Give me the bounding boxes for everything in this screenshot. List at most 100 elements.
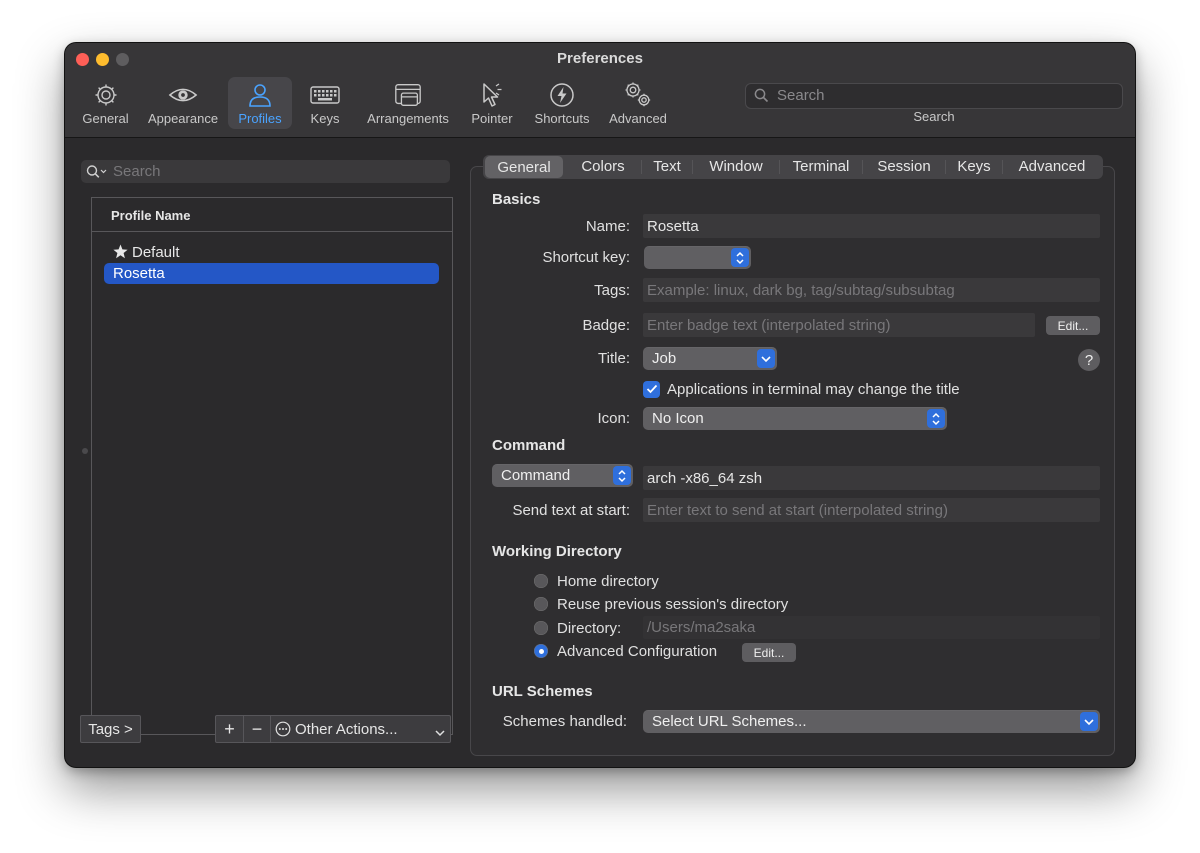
- profile-name: Default: [132, 244, 180, 261]
- title-label: Title:: [598, 350, 630, 367]
- tab-general[interactable]: General: [485, 156, 563, 178]
- pointer-icon: [477, 80, 507, 110]
- tab-session[interactable]: Session: [863, 155, 945, 178]
- tab-text[interactable]: Text: [642, 155, 692, 178]
- badge-edit-button[interactable]: Edit...: [1046, 316, 1100, 335]
- toolbar-profiles[interactable]: Profiles: [228, 77, 292, 129]
- search-icon: [754, 88, 769, 107]
- icon-label: Icon:: [597, 410, 630, 427]
- tab-label: Window: [709, 158, 763, 175]
- window-arrangement-icon: [393, 80, 423, 110]
- profile-name-field[interactable]: Rosetta: [643, 214, 1100, 238]
- directory-field[interactable]: /Users/ma2saka: [643, 616, 1100, 639]
- tab-label: Advanced: [1018, 158, 1086, 175]
- command-mode-select[interactable]: Command: [492, 464, 633, 487]
- name-label: Name:: [585, 218, 630, 235]
- tab-label: General: [497, 158, 551, 176]
- section-working-directory: Working Directory: [492, 543, 622, 560]
- list-item[interactable]: Default: [104, 242, 439, 262]
- section-command: Command: [492, 437, 566, 454]
- radio-home-directory[interactable]: [534, 574, 548, 588]
- profile-list-header[interactable]: Profile Name: [92, 198, 452, 232]
- send-text-field[interactable]: Enter text to send at start (interpolate…: [643, 498, 1100, 522]
- gears-icon: [623, 80, 653, 110]
- profile-search-input[interactable]: Search: [81, 160, 450, 183]
- advanced-configuration-edit-button[interactable]: Edit...: [742, 643, 796, 662]
- split-view-handle[interactable]: [82, 448, 88, 454]
- profile-name: Rosetta: [113, 265, 165, 282]
- search-label: Search: [913, 109, 955, 124]
- profile-tabs: General Colors Text Window Terminal Sess…: [483, 155, 1103, 179]
- command-field[interactable]: arch -x86_64 zsh: [643, 466, 1100, 490]
- tab-keys[interactable]: Keys: [946, 155, 1002, 178]
- toolbar-pointer[interactable]: Pointer: [466, 77, 518, 129]
- tab-label: Terminal: [792, 158, 850, 175]
- search-icon: [86, 164, 108, 184]
- tab-colors[interactable]: Colors: [565, 155, 641, 178]
- help-label: ?: [1084, 351, 1094, 369]
- badge-field[interactable]: Enter badge text (interpolated string): [643, 313, 1035, 337]
- edit-label: Edit...: [1057, 318, 1089, 333]
- tags-button[interactable]: Tags >: [80, 715, 141, 743]
- eye-icon: [168, 80, 198, 110]
- up-down-chevron-icon: [613, 466, 631, 485]
- up-down-chevron-icon: [731, 248, 749, 267]
- toolbar-label: Profiles: [238, 111, 282, 126]
- toolbar-label: Appearance: [147, 111, 219, 126]
- advanced-configuration-label: Advanced Configuration: [557, 643, 718, 660]
- toolbar-advanced[interactable]: Advanced: [606, 77, 670, 129]
- radio-advanced-configuration[interactable]: [534, 644, 548, 658]
- checkmark-icon: [646, 381, 658, 399]
- up-down-chevron-icon: [927, 409, 945, 428]
- remove-label: −: [251, 718, 263, 739]
- help-button[interactable]: ?: [1078, 349, 1100, 371]
- other-actions-menu[interactable]: Other Actions...: [271, 716, 450, 742]
- person-icon: [245, 80, 275, 110]
- toolbar-appearance[interactable]: Appearance: [144, 77, 222, 129]
- profile-actions-bar: + − Other Actions...: [215, 715, 451, 743]
- tab-label: Keys: [957, 158, 991, 175]
- tags-button-label: Tags >: [88, 720, 133, 738]
- url-schemes-value: Select URL Schemes...: [652, 713, 807, 730]
- chevron-down-icon: [757, 349, 775, 368]
- shortcut-key-label: Shortcut key:: [542, 249, 630, 266]
- radio-directory[interactable]: [534, 621, 548, 635]
- profile-list: Profile Name Default Rosetta: [91, 197, 453, 735]
- profile-name-value: Rosetta: [647, 217, 699, 235]
- apps-change-title-label: Applications in terminal may change the …: [667, 381, 960, 398]
- section-url-schemes: URL Schemes: [492, 683, 593, 700]
- directory-label: Directory:: [557, 620, 622, 637]
- add-profile-button[interactable]: +: [216, 716, 244, 742]
- apps-change-title-checkbox[interactable]: [643, 381, 660, 398]
- toolbar-label: Pointer: [471, 111, 513, 126]
- tab-window[interactable]: Window: [693, 155, 779, 178]
- command-value: arch -x86_64 zsh: [647, 469, 763, 487]
- lightning-icon: [547, 80, 577, 110]
- shortcut-key-select[interactable]: [644, 246, 751, 269]
- tab-terminal[interactable]: Terminal: [780, 155, 862, 178]
- toolbar-shortcuts[interactable]: Shortcuts: [530, 77, 594, 129]
- remove-profile-button[interactable]: −: [244, 716, 271, 742]
- badge-label: Badge:: [582, 317, 630, 334]
- url-schemes-select[interactable]: Select URL Schemes...: [643, 710, 1100, 733]
- send-text-placeholder: Enter text to send at start (interpolate…: [647, 501, 948, 519]
- tags-placeholder: Example: linux, dark bg, tag/subtag/subs…: [647, 281, 955, 299]
- toolbar-search-input[interactable]: Search: [745, 83, 1123, 109]
- toolbar-general[interactable]: General: [77, 77, 134, 129]
- icon-select[interactable]: No Icon: [643, 407, 947, 430]
- radio-reuse-directory[interactable]: [534, 597, 548, 611]
- title-select[interactable]: Job: [643, 347, 777, 370]
- command-mode-value: Command: [501, 467, 571, 484]
- toolbar-keys[interactable]: Keys: [302, 77, 348, 129]
- toolbar-arrangements[interactable]: Arrangements: [362, 77, 454, 129]
- toolbar-label: Advanced: [609, 111, 667, 126]
- badge-placeholder: Enter badge text (interpolated string): [647, 316, 891, 334]
- title-value: Job: [652, 350, 677, 367]
- column-header-profile-name: Profile Name: [111, 208, 191, 223]
- window-title: Preferences: [557, 50, 643, 67]
- tab-advanced[interactable]: Advanced: [1003, 155, 1101, 178]
- tags-field[interactable]: Example: linux, dark bg, tag/subtag/subs…: [643, 278, 1100, 302]
- tab-label: Colors: [581, 158, 625, 175]
- tab-label: Session: [877, 158, 931, 175]
- list-item[interactable]: Rosetta: [104, 263, 439, 284]
